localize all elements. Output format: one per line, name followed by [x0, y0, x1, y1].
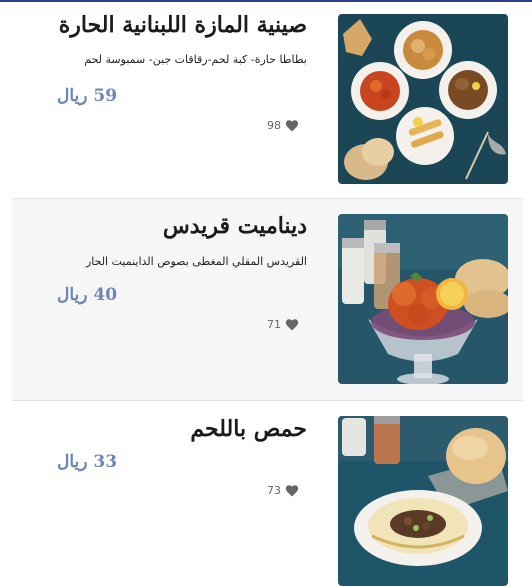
heart-icon[interactable]: [285, 119, 299, 132]
dish-price: 40 ريال: [57, 285, 118, 305]
dish-photo[interactable]: [338, 416, 508, 586]
likes-counter[interactable]: 71: [267, 318, 299, 331]
likes-count: 98: [267, 119, 281, 132]
dish-photo[interactable]: [338, 14, 508, 184]
dish-description: القريدس المقلي المغطى بصوص الداينميت الح…: [85, 255, 307, 268]
likes-count: 71: [267, 318, 281, 331]
heart-icon[interactable]: [285, 318, 299, 331]
likes-counter[interactable]: 73: [267, 484, 299, 497]
dish-photo[interactable]: [338, 214, 508, 384]
likes-count: 73: [267, 484, 281, 497]
dish-price: 59 ريال: [57, 86, 118, 106]
menu-item-card[interactable]: حمص باللحم 33 ريال 73: [12, 401, 523, 586]
dish-title: ديناميت قريدس: [162, 213, 307, 239]
heart-icon[interactable]: [285, 484, 299, 497]
menu-item-card[interactable]: صينية المازة اللبنانية الحارة بطاطا حارة…: [12, 2, 523, 199]
dish-title: حمص باللحم: [190, 416, 307, 442]
dish-price: 33 ريال: [57, 452, 118, 472]
likes-counter[interactable]: 98: [267, 119, 299, 132]
dish-title: صينية المازة اللبنانية الحارة: [58, 12, 307, 38]
menu-item-card[interactable]: ديناميت قريدس القريدس المقلي المغطى بصوص…: [12, 199, 523, 401]
dish-description: بطاطا حارة- كبة لحم-رقاقات جبن- سمبوسة ل…: [84, 53, 307, 66]
